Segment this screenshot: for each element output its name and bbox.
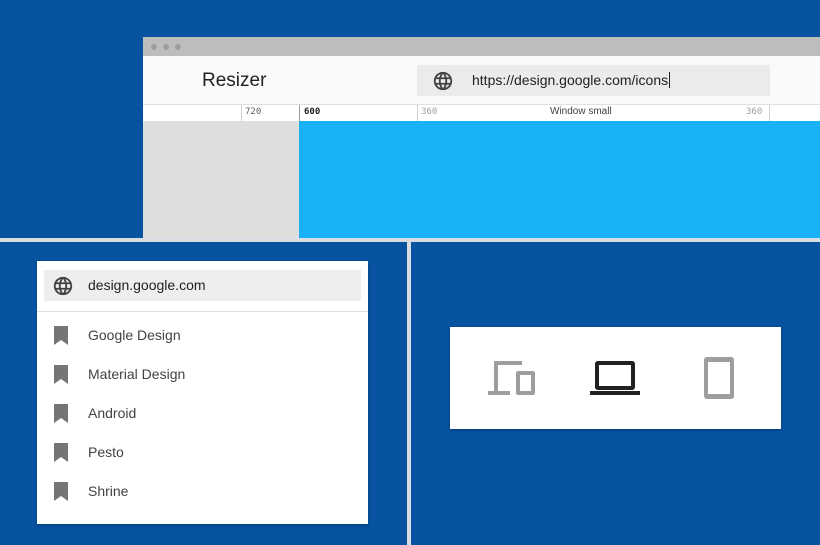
globe-icon [53, 276, 73, 296]
resizer-window: Resizer https://design.google.com/icons … [143, 37, 820, 238]
bookmark-icon [54, 365, 68, 384]
bookmark-item-android[interactable]: Android [37, 396, 368, 432]
window-maximize-dot[interactable] [175, 44, 181, 50]
card-divider [37, 311, 368, 312]
viewport-outside-area [143, 121, 299, 238]
ruler-tick-360-left [417, 105, 418, 121]
bookmark-icon [54, 404, 68, 423]
ruler-window-label: Window small [550, 106, 612, 117]
bookmark-item-material-design[interactable]: Material Design [37, 357, 368, 393]
ruler-mark-720: 720 [245, 107, 262, 117]
bookmark-label: Pesto [88, 444, 124, 460]
bookmarks-card: design.google.com Google Design Material… [37, 261, 368, 524]
laptop-icon[interactable] [590, 355, 640, 401]
url-text[interactable]: https://design.google.com/icons [472, 72, 668, 88]
app-bar: Resizer https://design.google.com/icons [143, 56, 820, 104]
ruler-tick-600 [299, 105, 300, 121]
bookmark-site-header[interactable]: design.google.com [44, 270, 361, 301]
window-minimize-dot[interactable] [163, 44, 169, 50]
viewport-preview [299, 121, 820, 238]
bookmark-label: Google Design [88, 327, 181, 343]
devices-icon[interactable] [488, 355, 538, 401]
bookmark-label: Shrine [88, 483, 129, 499]
url-bar[interactable]: https://design.google.com/icons [417, 65, 770, 96]
ruler-tick-360-right [769, 105, 770, 121]
bookmark-icon [54, 482, 68, 501]
bookmark-site-url: design.google.com [88, 277, 206, 293]
ruler-mark-360-right: 360 [746, 107, 763, 117]
window-close-dot[interactable] [151, 44, 157, 50]
bookmark-label: Material Design [88, 366, 186, 382]
bookmark-label: Android [88, 405, 137, 421]
app-title: Resizer [202, 70, 267, 91]
text-caret [669, 72, 671, 88]
ruler-mark-360-left: 360 [421, 107, 438, 117]
tablet-icon[interactable] [699, 355, 739, 401]
ruler-tick-720 [241, 105, 242, 121]
bookmark-item-google-design[interactable]: Google Design [37, 318, 368, 354]
ruler-mark-600: 600 [304, 107, 321, 117]
bookmark-item-shrine[interactable]: Shrine [37, 474, 368, 510]
bookmark-icon [54, 443, 68, 462]
bookmark-item-pesto[interactable]: Pesto [37, 435, 368, 471]
window-titlebar[interactable] [143, 37, 820, 56]
breakpoint-ruler[interactable]: 720 600 360 Window small 360 [143, 104, 820, 122]
vertical-divider [407, 242, 411, 545]
globe-icon [433, 71, 453, 91]
bookmark-icon [54, 326, 68, 345]
device-selector-card [450, 327, 781, 429]
